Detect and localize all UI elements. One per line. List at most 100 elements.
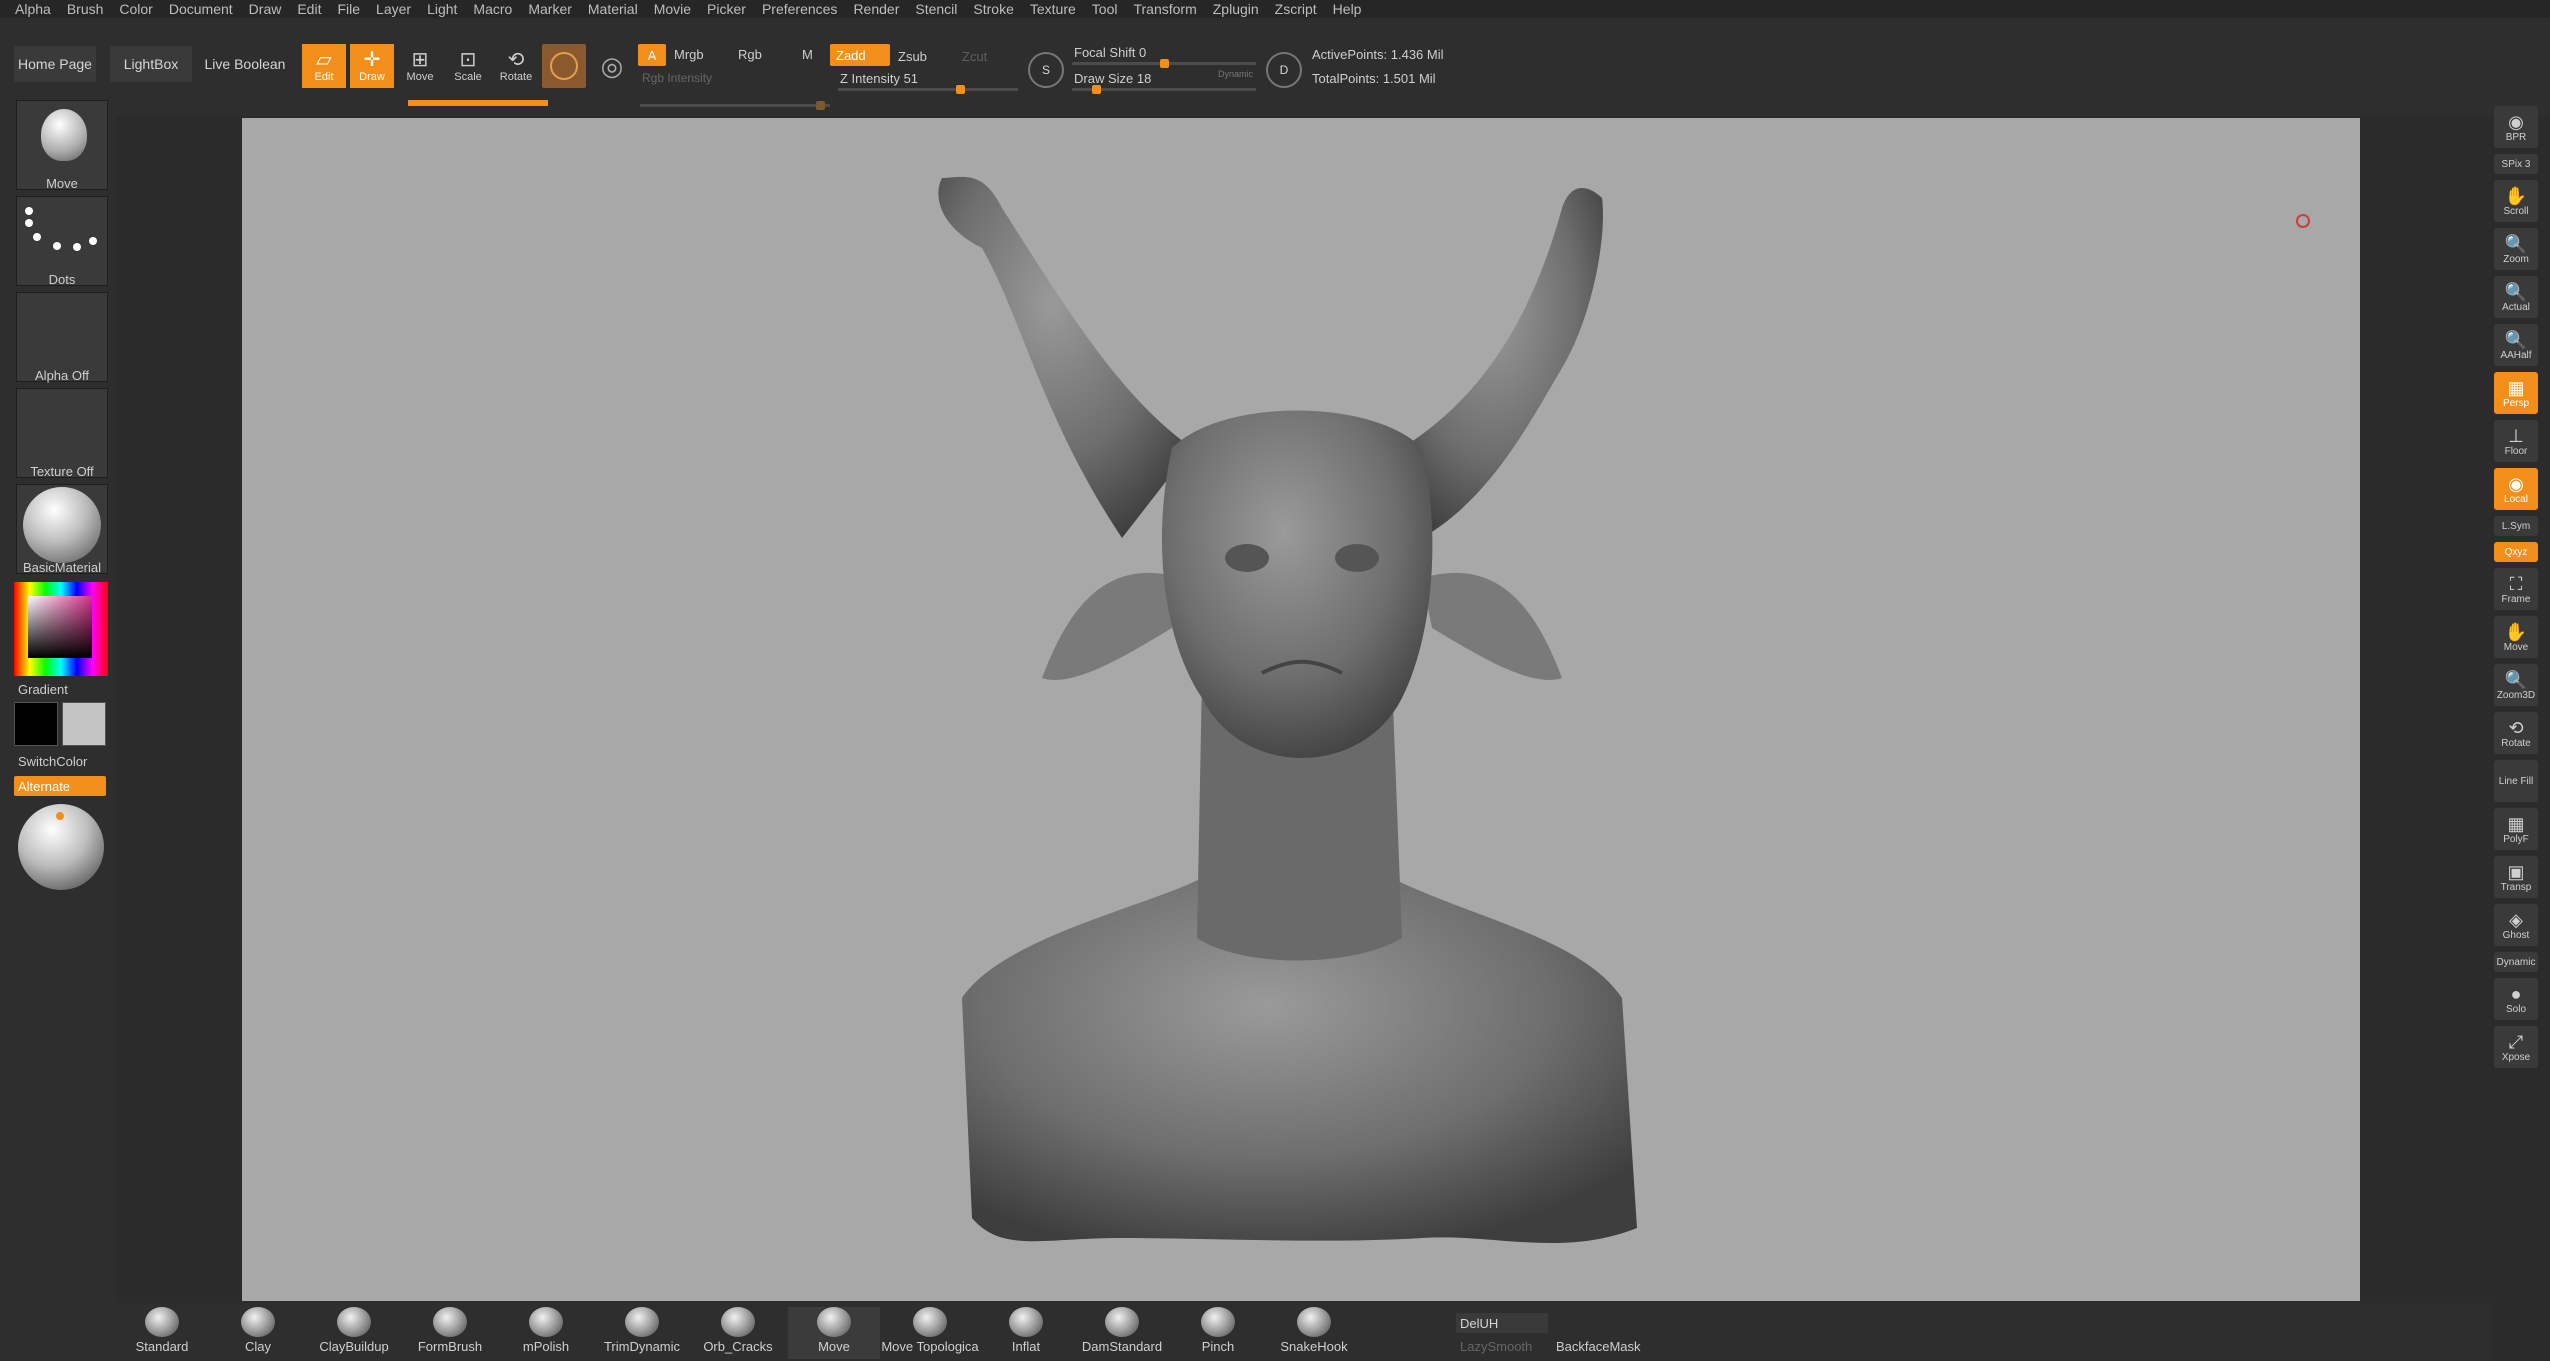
menu-draw[interactable]: Draw — [241, 0, 290, 18]
brush-trimdynamic[interactable]: TrimDynamic — [596, 1307, 688, 1359]
brush-clay[interactable]: Clay — [212, 1307, 304, 1359]
brush-pinch[interactable]: Pinch — [1172, 1307, 1264, 1359]
right-tray-local-button[interactable]: ◉ Local — [2494, 468, 2538, 510]
right-tray-lsym-button[interactable]: ⇆L.Sym — [2494, 516, 2538, 536]
menu-stroke[interactable]: Stroke — [965, 0, 1021, 18]
z-intensity-knob[interactable] — [956, 85, 965, 94]
menu-macro[interactable]: Macro — [465, 0, 520, 18]
menu-material[interactable]: Material — [580, 0, 646, 18]
right-tray-solo-button[interactable]: ● Solo — [2494, 978, 2538, 1020]
right-tray-actual-button[interactable]: 🔍 Actual — [2494, 276, 2538, 318]
a-toggle[interactable]: A — [638, 44, 666, 66]
right-tray-frame-button[interactable]: ⛶ Frame — [2494, 568, 2538, 610]
primary-color-swatch[interactable] — [14, 702, 58, 746]
gradient-label[interactable]: Gradient — [18, 682, 68, 697]
right-tray-rotate-button[interactable]: ⟲ Rotate — [2494, 712, 2538, 754]
zadd-toggle[interactable]: Zadd — [830, 44, 890, 66]
menu-preferences[interactable]: Preferences — [754, 0, 845, 18]
document-canvas[interactable] — [242, 118, 2360, 1301]
scale-mode-button[interactable]: ⊡ Scale — [446, 44, 490, 88]
s-button[interactable]: S — [1028, 52, 1064, 88]
right-tray-zoom3d-button[interactable]: 🔍 Zoom3D — [2494, 664, 2538, 706]
menu-texture[interactable]: Texture — [1022, 0, 1084, 18]
menu-render[interactable]: Render — [845, 0, 907, 18]
dynamic-toggle[interactable]: Dynamic — [1218, 69, 1253, 79]
menu-marker[interactable]: Marker — [520, 0, 580, 18]
brush-standard[interactable]: Standard — [116, 1307, 208, 1359]
menu-transform[interactable]: Transform — [1125, 0, 1204, 18]
brush-claybuildup[interactable]: ClayBuildup — [308, 1307, 400, 1359]
menu-help[interactable]: Help — [1325, 0, 1370, 18]
brush-mpolish[interactable]: mPolish — [500, 1307, 592, 1359]
menu-movie[interactable]: Movie — [646, 0, 699, 18]
color-picker[interactable] — [14, 582, 108, 676]
brush-damstandard[interactable]: DamStandard — [1076, 1307, 1168, 1359]
right-tray-linefill-button[interactable]: Line Fill — [2494, 760, 2538, 802]
menu-color[interactable]: Color — [111, 0, 160, 18]
deluh-button[interactable]: DelUH — [1456, 1313, 1548, 1333]
live-boolean-button[interactable]: Live Boolean — [200, 46, 290, 82]
brush-orb-cracks[interactable]: Orb_Cracks — [692, 1307, 784, 1359]
edit-mode-button[interactable]: ▱ Edit — [302, 44, 346, 88]
right-tray-ghost-button[interactable]: ◈ Ghost — [2494, 904, 2538, 946]
zsub-toggle[interactable]: Zsub — [898, 49, 927, 64]
menu-picker[interactable]: Picker — [699, 0, 754, 18]
light-position-marker[interactable] — [56, 812, 64, 820]
menu-edit[interactable]: Edit — [289, 0, 329, 18]
menu-zplugin[interactable]: Zplugin — [1205, 0, 1267, 18]
menu-alpha[interactable]: Alpha — [0, 0, 59, 18]
lightbox-button[interactable]: LightBox — [110, 46, 192, 82]
rotate-mode-button[interactable]: ⟲ Rotate — [494, 44, 538, 88]
menu-brush[interactable]: Brush — [59, 0, 112, 18]
right-tray-floor-button[interactable]: ⊥ Floor — [2494, 420, 2538, 462]
draw-size-knob[interactable] — [1092, 85, 1101, 94]
alternate-button[interactable]: Alternate — [14, 776, 106, 796]
switchcolor-button[interactable]: SwitchColor — [18, 754, 87, 769]
brush-move[interactable]: Move — [788, 1307, 880, 1359]
spiral-button[interactable]: ◎ — [594, 44, 630, 88]
brush-formbrush[interactable]: FormBrush — [404, 1307, 496, 1359]
m-toggle[interactable]: M — [802, 47, 813, 62]
menu-document[interactable]: Document — [161, 0, 241, 18]
light-sphere[interactable] — [18, 804, 104, 890]
brush-move-topological[interactable]: Move Topologica — [881, 1307, 979, 1359]
zcut-toggle[interactable]: Zcut — [962, 49, 987, 64]
right-tray-xyz-button[interactable]: ⟳Qxyz — [2494, 542, 2538, 562]
menu-tool[interactable]: Tool — [1084, 0, 1126, 18]
right-tray-spix-button[interactable]: SPix 3 — [2494, 154, 2538, 174]
mrgb-toggle[interactable]: Mrgb — [674, 47, 704, 62]
d-button[interactable]: D — [1266, 52, 1302, 88]
right-tray-bpr-button[interactable]: ◉ BPR — [2494, 106, 2538, 148]
backfacemask-toggle[interactable]: BackfaceMask — [1556, 1339, 1641, 1354]
brush-inflat[interactable]: Inflat — [980, 1307, 1072, 1359]
rgb-intensity-knob[interactable] — [816, 101, 825, 110]
focal-shift-knob[interactable] — [1160, 59, 1169, 68]
menu-layer[interactable]: Layer — [368, 0, 419, 18]
brush-snakehook[interactable]: SnakeHook — [1268, 1307, 1360, 1359]
right-tray-scroll-button[interactable]: ✋ Scroll — [2494, 180, 2538, 222]
rgb-toggle[interactable]: Rgb — [738, 47, 762, 62]
right-tray-polyf-button[interactable]: ▦ PolyF — [2494, 808, 2538, 850]
sphere-material-button[interactable] — [542, 44, 586, 88]
draw-mode-button[interactable]: ✛ Draw — [350, 44, 394, 88]
right-tray-move-button[interactable]: ✋ Move — [2494, 616, 2538, 658]
focal-shift-slider[interactable] — [1072, 59, 1256, 68]
menu-light[interactable]: Light — [419, 0, 465, 18]
right-tray-xpose-button[interactable]: ⤢ Xpose — [2494, 1026, 2538, 1068]
color-saturation-square[interactable] — [28, 596, 92, 658]
draw-size-slider[interactable] — [1072, 85, 1256, 94]
rgb-intensity-slider[interactable] — [640, 101, 830, 110]
menu-file[interactable]: File — [329, 0, 368, 18]
secondary-color-swatch[interactable] — [62, 702, 106, 746]
move-mode-button[interactable]: ⊞ Move — [398, 44, 442, 88]
right-tray-zoom-button[interactable]: 🔍 Zoom — [2494, 228, 2538, 270]
z-intensity-slider[interactable] — [838, 85, 1018, 94]
lazysmooth-slider[interactable]: LazySmooth — [1460, 1339, 1532, 1354]
right-tray-dynamic-button[interactable]: Dynamic — [2494, 952, 2538, 972]
home-page-button[interactable]: Home Page — [14, 46, 96, 82]
right-tray-aahalf-button[interactable]: 🔍 AAHalf — [2494, 324, 2538, 366]
menu-stencil[interactable]: Stencil — [907, 0, 965, 18]
right-tray-persp-button[interactable]: ▦ Persp — [2494, 372, 2538, 414]
menu-zscript[interactable]: Zscript — [1267, 0, 1325, 18]
right-tray-transp-button[interactable]: ▣ Transp — [2494, 856, 2538, 898]
